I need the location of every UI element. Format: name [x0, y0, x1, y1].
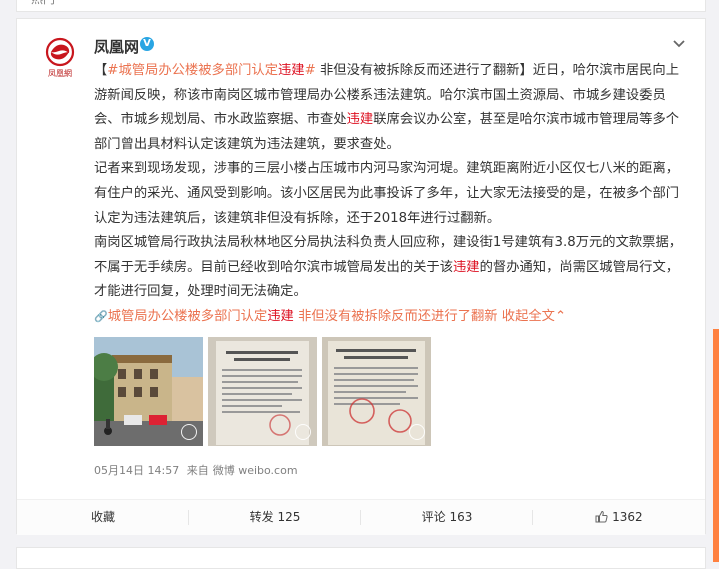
comment-count: 163	[449, 510, 473, 524]
verified-icon: V	[140, 37, 154, 51]
like-count: 1362	[612, 510, 643, 524]
chevron-up-icon: ⌃	[554, 308, 567, 324]
link-highlight: 违建	[267, 308, 294, 324]
bracket-close: 】	[519, 63, 533, 78]
comment-label: 评论	[421, 510, 446, 524]
action-bar: 收藏 转发 125 评论 163 1362	[17, 499, 705, 535]
hashtag-highlight: 违建	[278, 63, 305, 78]
article-link-row: 🔗城管局办公楼被多部门认定违建 非但没有被拆除反而还进行了翻新 收起全文⌃	[94, 305, 686, 330]
post-paragraph-3: 南岗区城管局行政执法局秋林地区分局执法科负责人回应称，建设街1号建筑有3.8万元…	[94, 231, 686, 305]
keyword-highlight: 违建	[346, 112, 374, 128]
like-button[interactable]: 1362	[533, 500, 705, 535]
side-tab[interactable]	[713, 329, 719, 562]
post-paragraph-2: 记者来到现场发现，涉事的三层小楼占压城市内河马家沟河堤。建筑距离附近小区仅七八米…	[94, 161, 680, 226]
thumbs-up-icon	[595, 510, 608, 523]
post-time[interactable]: 05月14日 14:57	[94, 464, 179, 477]
document-photo-2[interactable]	[322, 337, 431, 446]
post-source[interactable]: 微博 weibo.com	[213, 464, 298, 477]
favorite-label: 收藏	[90, 510, 115, 524]
collapse-label: 收起全文	[497, 308, 555, 324]
post-text: 【#城管局办公楼被多部门认定违建# 非但没有被拆除反而还进行了翻新】近日，哈尔滨…	[94, 59, 686, 330]
keyword-highlight: 违建	[453, 259, 480, 275]
article-link[interactable]: 🔗城管局办公楼被多部门认定违建 非但没有被拆除反而还进行了翻新	[94, 309, 498, 324]
comment-button[interactable]: 评论 163	[361, 500, 533, 535]
link-icon: 🔗	[94, 309, 108, 323]
hashtag-end: #	[304, 63, 316, 78]
link-text-b: 非但没有被拆除反而还进行了翻新	[293, 308, 498, 324]
headline-text: 非但没有被拆除反而还进行了翻新	[315, 63, 520, 78]
building-photo[interactable]	[94, 337, 203, 446]
document-photo-1[interactable]	[208, 337, 317, 446]
phoenix-logo-icon	[45, 37, 75, 67]
hashtag-part: #城管局办公楼被多部门认定	[107, 63, 279, 78]
hot-label: 热门	[31, 0, 55, 7]
view-icon	[409, 424, 425, 440]
collapse-button[interactable]: 收起全文⌃	[497, 308, 567, 324]
author-name[interactable]: 凤凰网	[94, 36, 139, 57]
repost-button[interactable]: 转发 125	[189, 500, 361, 535]
weibo-post-card: 凤凰網 凤凰网 V 【#城管局办公楼被多部门认定违建# 非但没有被拆除反而还进行…	[16, 18, 706, 535]
bracket-open: 【	[94, 63, 108, 78]
repost-label: 转发	[249, 510, 274, 524]
view-icon	[181, 424, 197, 440]
view-icon	[295, 424, 311, 440]
post-paragraph-1: 【#城管局办公楼被多部门认定违建# 非但没有被拆除反而还进行了翻新】近日，哈尔滨…	[94, 59, 686, 157]
link-text-a: 城管局办公楼被多部门认定	[107, 308, 268, 324]
avatar[interactable]: 凤凰網	[40, 37, 80, 83]
source-prefix: 来自	[186, 464, 209, 477]
chevron-down-icon[interactable]	[671, 35, 687, 51]
post-meta: 05月14日 14:57 来自 微博 weibo.com	[94, 462, 302, 478]
favorite-button[interactable]: 收藏	[17, 500, 189, 535]
next-card-strip	[16, 547, 706, 569]
repost-count: 125	[277, 510, 301, 524]
hashtag-link[interactable]: #城管局办公楼被多部门认定违建#	[107, 63, 315, 78]
avatar-brand: 凤凰網	[48, 69, 72, 78]
previous-card-strip: 热门	[16, 0, 706, 12]
